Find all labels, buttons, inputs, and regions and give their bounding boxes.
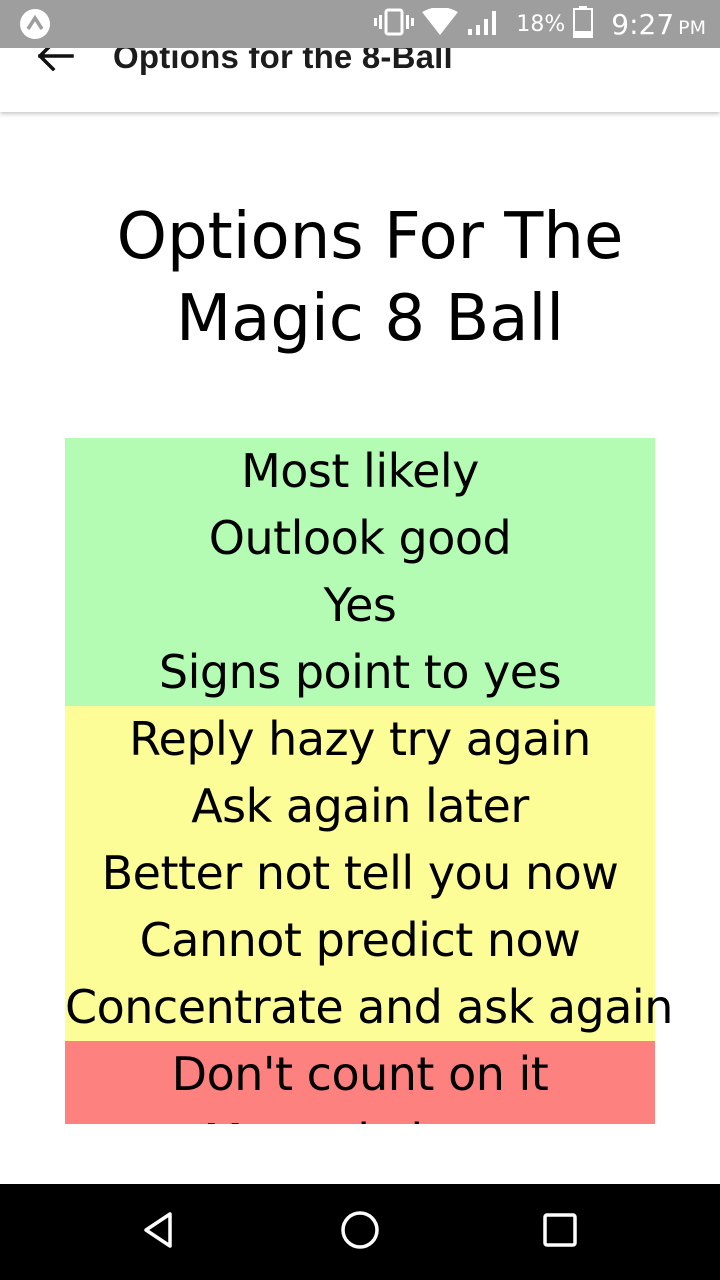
option-yes: Yes (323, 578, 397, 632)
option-most-likely: Most likely (241, 444, 479, 498)
option-my-reply-is-no: My reply is no (65, 1108, 655, 1124)
clock-time: 9:27 (611, 7, 675, 41)
signal-icon (466, 7, 502, 41)
content-scroll-view[interactable]: Options For The Magic 8 Ball Most likely… (0, 112, 720, 1124)
option-cannot-predict: Cannot predict now (139, 913, 581, 967)
triangle-back-icon (140, 1210, 180, 1254)
option-ask-again-later: Ask again later (191, 779, 529, 833)
battery-percent: 18% (516, 11, 566, 37)
clock-ampm: PM (678, 16, 706, 39)
option-concentrate: Concentrate and ask again (65, 980, 673, 1034)
nav-home-button[interactable] (336, 1208, 384, 1256)
screen: Options for the 8-Ball 18% 9:27 PM Optio… (0, 0, 720, 1280)
status-bar: 18% 9:27 PM (0, 0, 720, 48)
heading-line-2: Magic 8 Ball (175, 282, 565, 356)
navigation-bar (0, 1184, 720, 1280)
circle-home-icon (339, 1209, 381, 1255)
positive-answers-group: Most likely Outlook good Yes Signs point… (65, 438, 655, 706)
options-list: Most likely Outlook good Yes Signs point… (65, 438, 673, 1124)
option-reply-hazy: Reply hazy try again (129, 712, 591, 766)
square-recents-icon (541, 1211, 579, 1253)
option-outlook-good: Outlook good (208, 511, 512, 565)
battery-icon (573, 6, 594, 42)
clock: 9:27 PM (611, 8, 706, 41)
heading-line-1: Options For The (116, 200, 624, 274)
status-icons: 18% 9:27 PM (374, 0, 706, 48)
option-signs-point-to-yes: Signs point to yes (158, 645, 562, 699)
wifi-icon (422, 7, 459, 40)
negative-answers-group: Don't count on it My reply is no (65, 1041, 655, 1124)
page-heading: Options For The Magic 8 Ball (0, 196, 720, 360)
vibrate-icon (374, 8, 415, 40)
nav-recents-button[interactable] (536, 1208, 584, 1256)
option-dont-count-on-it: Don't count on it (171, 1047, 549, 1101)
nav-back-button[interactable] (136, 1208, 184, 1256)
option-better-not-tell: Better not tell you now (101, 846, 619, 900)
neutral-answers-group: Reply hazy try again Ask again later Bet… (65, 706, 673, 1041)
app-notification-icon (18, 7, 52, 41)
